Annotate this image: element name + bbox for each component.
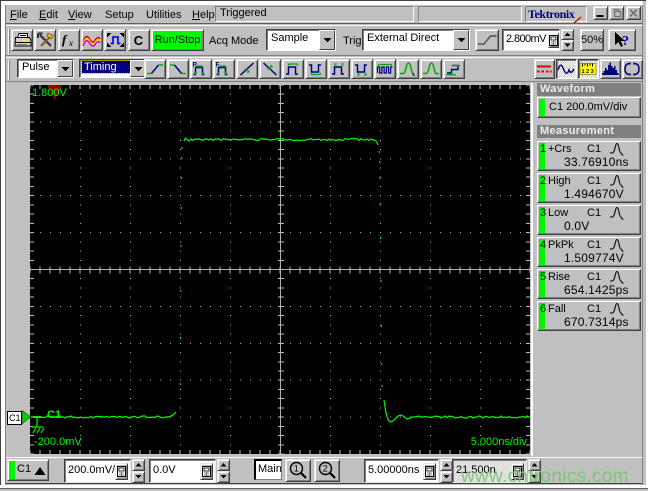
svg-text:?: ? <box>622 34 629 49</box>
svg-text:f: f <box>62 32 68 47</box>
svg-text:x: x <box>68 38 73 48</box>
svg-text:1: 1 <box>294 464 299 474</box>
svg-text:1 2 3: 1 2 3 <box>582 69 594 75</box>
svg-text:2: 2 <box>323 464 328 474</box>
